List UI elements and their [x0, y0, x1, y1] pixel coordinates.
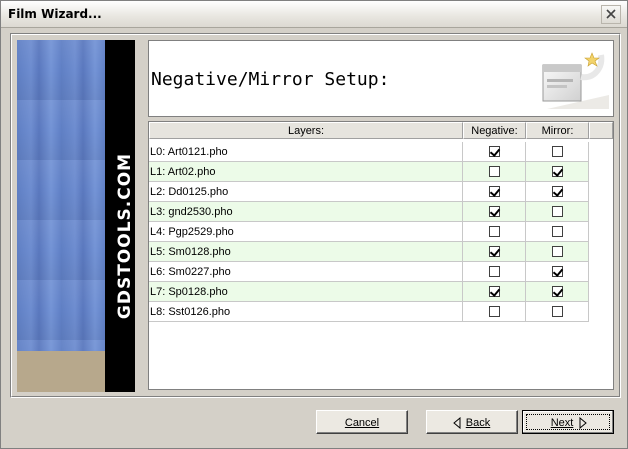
back-button[interactable]: Back: [426, 410, 518, 434]
negative-checkbox[interactable]: [489, 226, 500, 237]
close-button[interactable]: [601, 5, 621, 24]
mirror-cell: [526, 262, 589, 282]
negative-checkbox[interactable]: [489, 146, 500, 157]
brand-logo: GDSTOOLS.COM: [109, 153, 135, 319]
mirror-checkbox[interactable]: [552, 186, 563, 197]
layer-name-cell: L2: Dd0125.pho: [149, 182, 463, 202]
negative-checkbox[interactable]: [489, 266, 500, 277]
negative-cell: [463, 242, 526, 262]
layer-name-cell: L1: Art02.pho: [149, 162, 463, 182]
negative-cell: [463, 302, 526, 322]
mirror-cell: [526, 282, 589, 302]
layers-grid[interactable]: Layers: Negative: Mirror: L0: Art0121.ph…: [148, 121, 614, 390]
chevron-right-icon: [579, 417, 587, 429]
cancel-button-label: Cancel: [344, 417, 380, 429]
negative-checkbox[interactable]: [489, 186, 500, 197]
column-header-filler: [589, 122, 613, 139]
negative-checkbox[interactable]: [489, 286, 500, 297]
mirror-checkbox[interactable]: [552, 226, 563, 237]
wizard-icon: [542, 52, 609, 109]
window-title: Film Wizard...: [8, 7, 102, 21]
negative-checkbox[interactable]: [489, 166, 500, 177]
mirror-checkbox[interactable]: [552, 166, 563, 177]
negative-checkbox[interactable]: [489, 246, 500, 257]
negative-cell: [463, 222, 526, 242]
close-icon: [606, 9, 616, 19]
mirror-checkbox[interactable]: [552, 306, 563, 317]
table-row[interactable]: L4: Pgp2529.pho: [149, 222, 589, 242]
layer-name-cell: L4: Pgp2529.pho: [149, 222, 463, 242]
mirror-checkbox[interactable]: [552, 246, 563, 257]
table-row[interactable]: L5: Sm0128.pho: [149, 242, 589, 262]
negative-cell: [463, 142, 526, 162]
layer-name-cell: L8: Sst0126.pho: [149, 302, 463, 322]
negative-cell: [463, 262, 526, 282]
column-header-layers[interactable]: Layers:: [149, 122, 463, 139]
title-bar[interactable]: Film Wizard...: [1, 1, 627, 28]
column-header-negative[interactable]: Negative:: [463, 122, 526, 139]
negative-cell: [463, 282, 526, 302]
negative-cell: [463, 162, 526, 182]
table-row[interactable]: L1: Art02.pho: [149, 162, 589, 182]
layer-name-cell: L7: Sp0128.pho: [149, 282, 463, 302]
layer-name-cell: L6: Sm0227.pho: [149, 262, 463, 282]
chevron-left-icon: [453, 417, 461, 429]
layer-name-cell: L3: gnd2530.pho: [149, 202, 463, 222]
next-button[interactable]: Next: [522, 410, 614, 434]
cancel-button[interactable]: Cancel: [316, 410, 408, 434]
mirror-cell: [526, 182, 589, 202]
column-header-mirror[interactable]: Mirror:: [526, 122, 589, 139]
table-row[interactable]: L3: gnd2530.pho: [149, 202, 589, 222]
banner-footer: [17, 351, 105, 392]
table-row[interactable]: L2: Dd0125.pho: [149, 182, 589, 202]
mirror-cell: [526, 242, 589, 262]
mirror-checkbox[interactable]: [552, 146, 563, 157]
wizard-banner: GDSTOOLS.COM: [17, 40, 135, 392]
mirror-cell: [526, 202, 589, 222]
negative-cell: [463, 182, 526, 202]
brand-logo-text: GDSTOOLS.COM: [115, 152, 135, 320]
negative-checkbox[interactable]: [489, 206, 500, 217]
mirror-cell: [526, 162, 589, 182]
layer-name-cell: L5: Sm0128.pho: [149, 242, 463, 262]
table-row[interactable]: L6: Sm0227.pho: [149, 262, 589, 282]
negative-cell: [463, 202, 526, 222]
mirror-checkbox[interactable]: [552, 206, 563, 217]
mirror-cell: [526, 302, 589, 322]
grid-header: Layers: Negative: Mirror:: [149, 122, 613, 140]
mirror-cell: [526, 142, 589, 162]
negative-checkbox[interactable]: [489, 306, 500, 317]
table-row[interactable]: L8: Sst0126.pho: [149, 302, 589, 322]
mirror-checkbox[interactable]: [552, 286, 563, 297]
table-row[interactable]: L0: Art0121.pho: [149, 142, 589, 162]
focus-rectangle: [526, 414, 610, 430]
step-title: Negative/Mirror Setup:: [151, 69, 390, 90]
mirror-checkbox[interactable]: [552, 266, 563, 277]
table-row[interactable]: L7: Sp0128.pho: [149, 282, 589, 302]
layer-name-cell: L0: Art0121.pho: [149, 142, 463, 162]
mirror-cell: [526, 222, 589, 242]
